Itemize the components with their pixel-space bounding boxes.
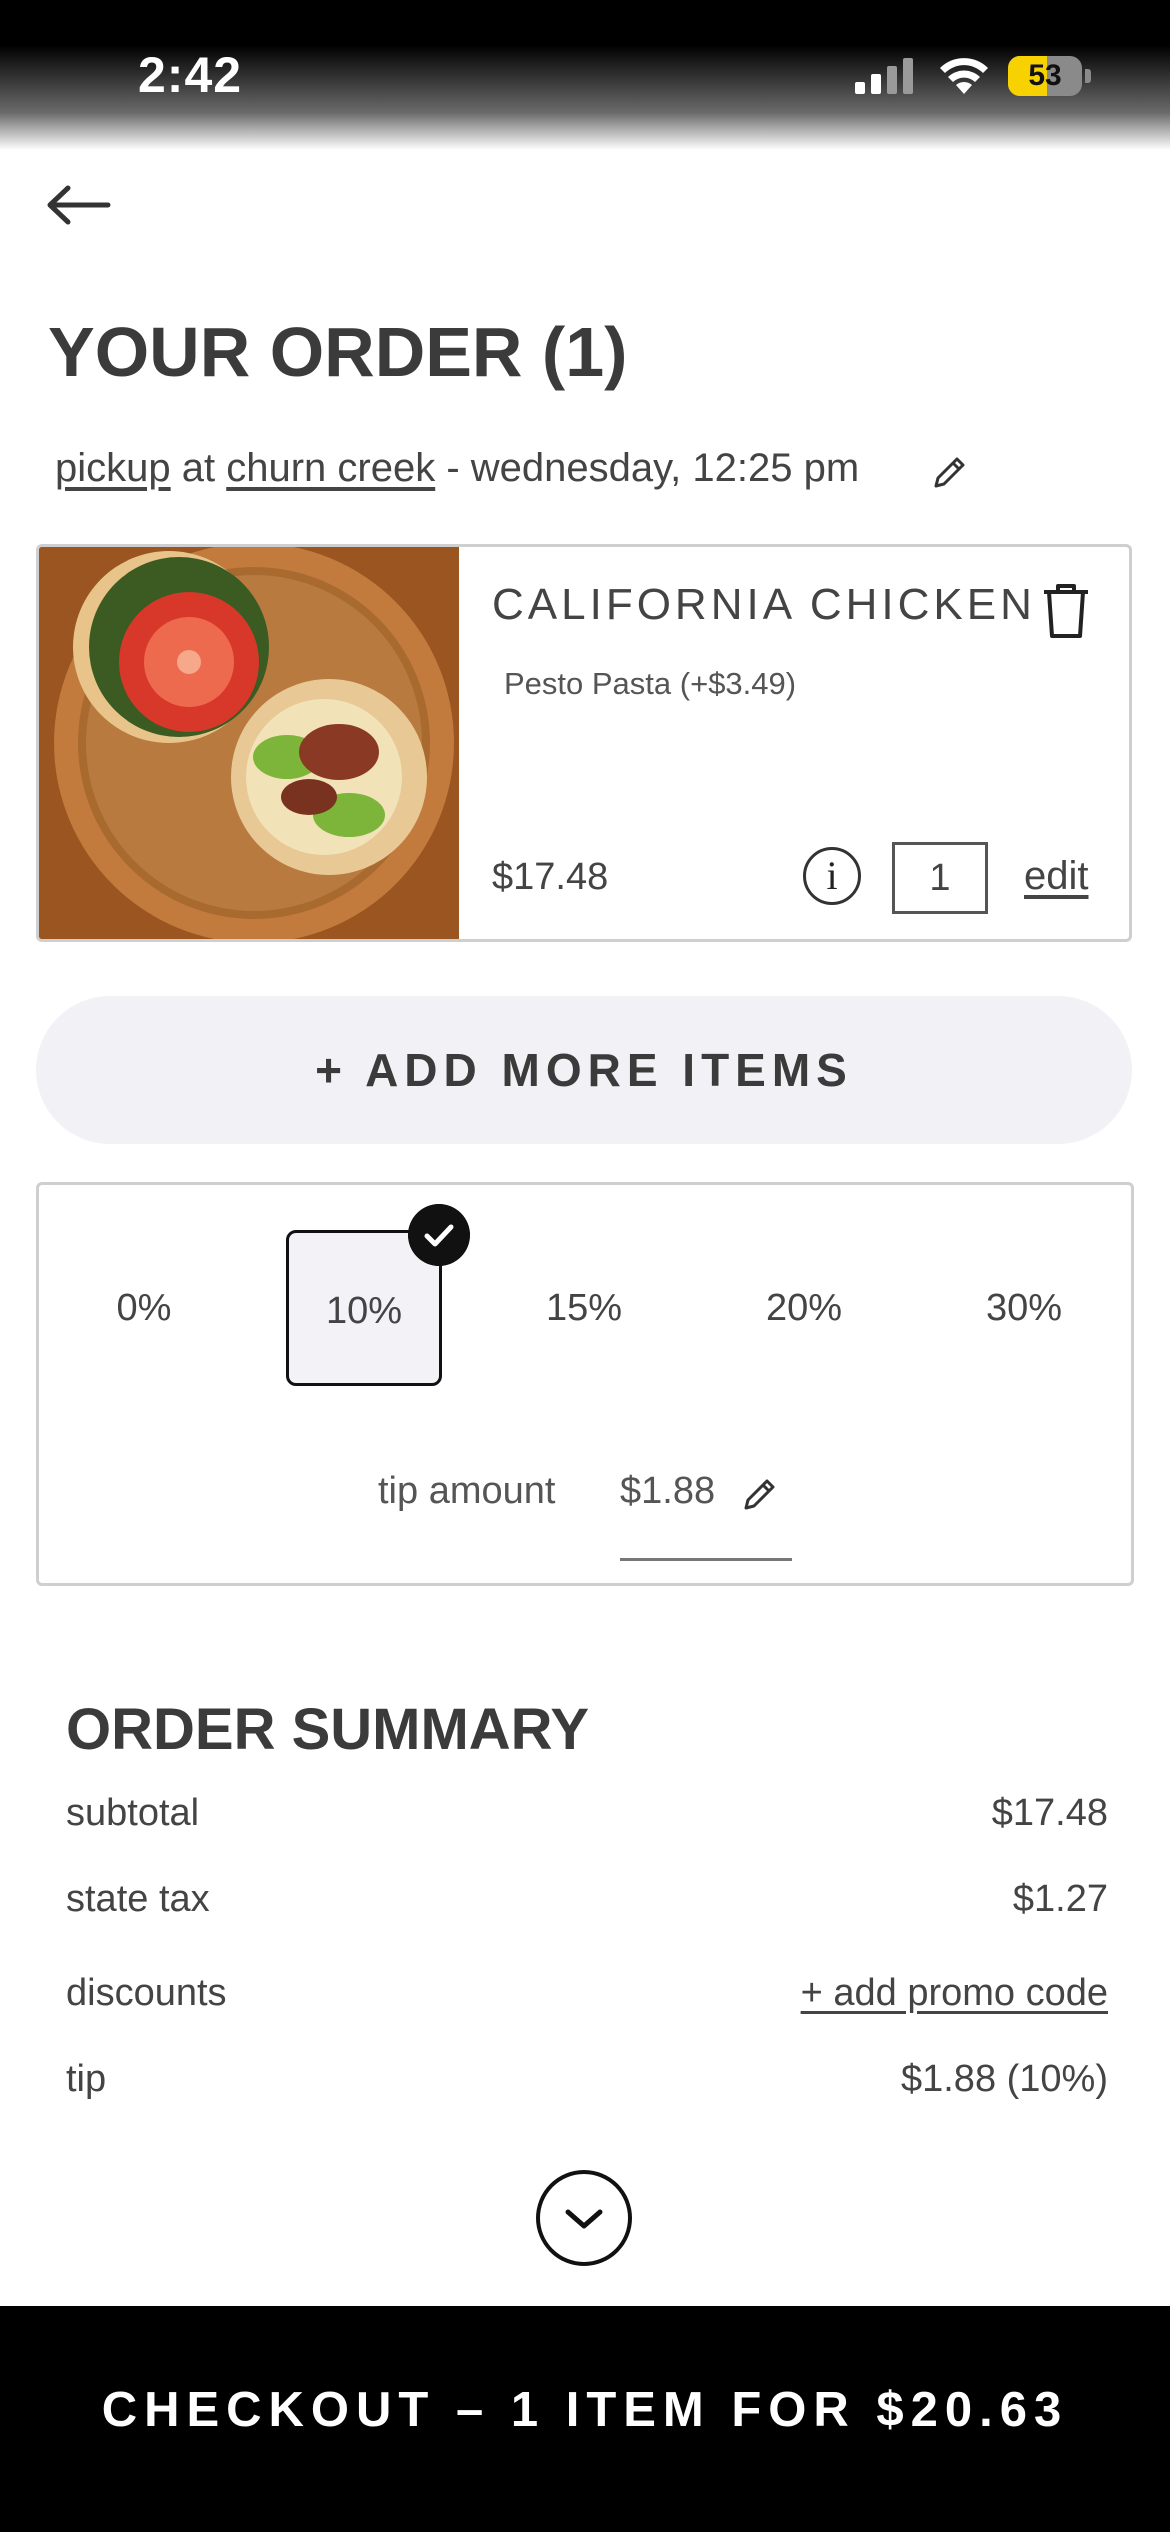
item-name: CALIFORNIA CHICKEN (492, 580, 1036, 629)
checkout-button[interactable]: CHECKOUT – 1 ITEM FOR $20.63 (0, 2306, 1170, 2532)
tip-amount-underline (620, 1558, 792, 1561)
add-more-items-button[interactable]: + ADD MORE ITEMS (36, 996, 1132, 1144)
item-modifier: Pesto Pasta (+$3.49) (504, 666, 797, 701)
tip-value: $1.88 (10%) (900, 2058, 1108, 2100)
pickup-details: pickup at churn creek - wednesday, 12:25… (55, 446, 859, 491)
state-tax-label: state tax (66, 1878, 210, 1920)
info-icon[interactable]: i (803, 847, 861, 905)
add-promo-code-link[interactable]: + add promo code (801, 1972, 1108, 2015)
battery-percent: 53 (1028, 59, 1062, 92)
tip-label: tip (66, 2058, 107, 2100)
discounts-label: discounts (66, 1972, 227, 2014)
tip-amount-value[interactable]: $1.88 (620, 1470, 715, 1513)
tip-option-20[interactable]: 20% (726, 1230, 882, 1386)
cellular-signal-icon (855, 58, 913, 94)
item-image (39, 547, 459, 939)
chevron-down-icon (565, 2209, 603, 2229)
item-price: $17.48 (492, 856, 609, 898)
checkout-label: CHECKOUT – 1 ITEM FOR $20.63 (101, 2383, 1069, 2437)
quantity-field[interactable]: 1 (892, 842, 988, 914)
subtotal-value: $17.48 (991, 1792, 1108, 1834)
subtotal-label: subtotal (66, 1792, 200, 1834)
status-time: 2:42 (138, 47, 243, 103)
back-arrow-icon[interactable] (42, 180, 112, 230)
edit-pickup-pencil-icon[interactable] (930, 452, 970, 492)
pickup-at-text: at (181, 446, 216, 490)
pickup-method-link[interactable]: pickup (55, 446, 171, 490)
tip-option-30[interactable]: 30% (946, 1230, 1102, 1386)
tip-amount-label: tip amount (378, 1470, 556, 1512)
delete-trash-icon[interactable] (1040, 582, 1092, 640)
edit-tip-pencil-icon[interactable] (740, 1474, 780, 1514)
state-tax-value: $1.27 (1012, 1878, 1108, 1920)
expand-summary-button[interactable] (536, 2170, 632, 2266)
selected-check-icon (408, 1204, 470, 1266)
pickup-location-link[interactable]: churn creek (226, 446, 435, 490)
battery-icon: 53 (1008, 56, 1092, 96)
order-summary-title: ORDER SUMMARY (66, 1697, 590, 1762)
tip-option-0[interactable]: 0% (66, 1230, 222, 1386)
page-title: YOUR ORDER (1) (48, 313, 628, 391)
tip-option-15[interactable]: 15% (506, 1230, 662, 1386)
edit-item-link[interactable]: edit (1024, 854, 1089, 899)
pickup-time-text: - wednesday, 12:25 pm (446, 446, 860, 490)
wifi-icon (940, 58, 988, 94)
